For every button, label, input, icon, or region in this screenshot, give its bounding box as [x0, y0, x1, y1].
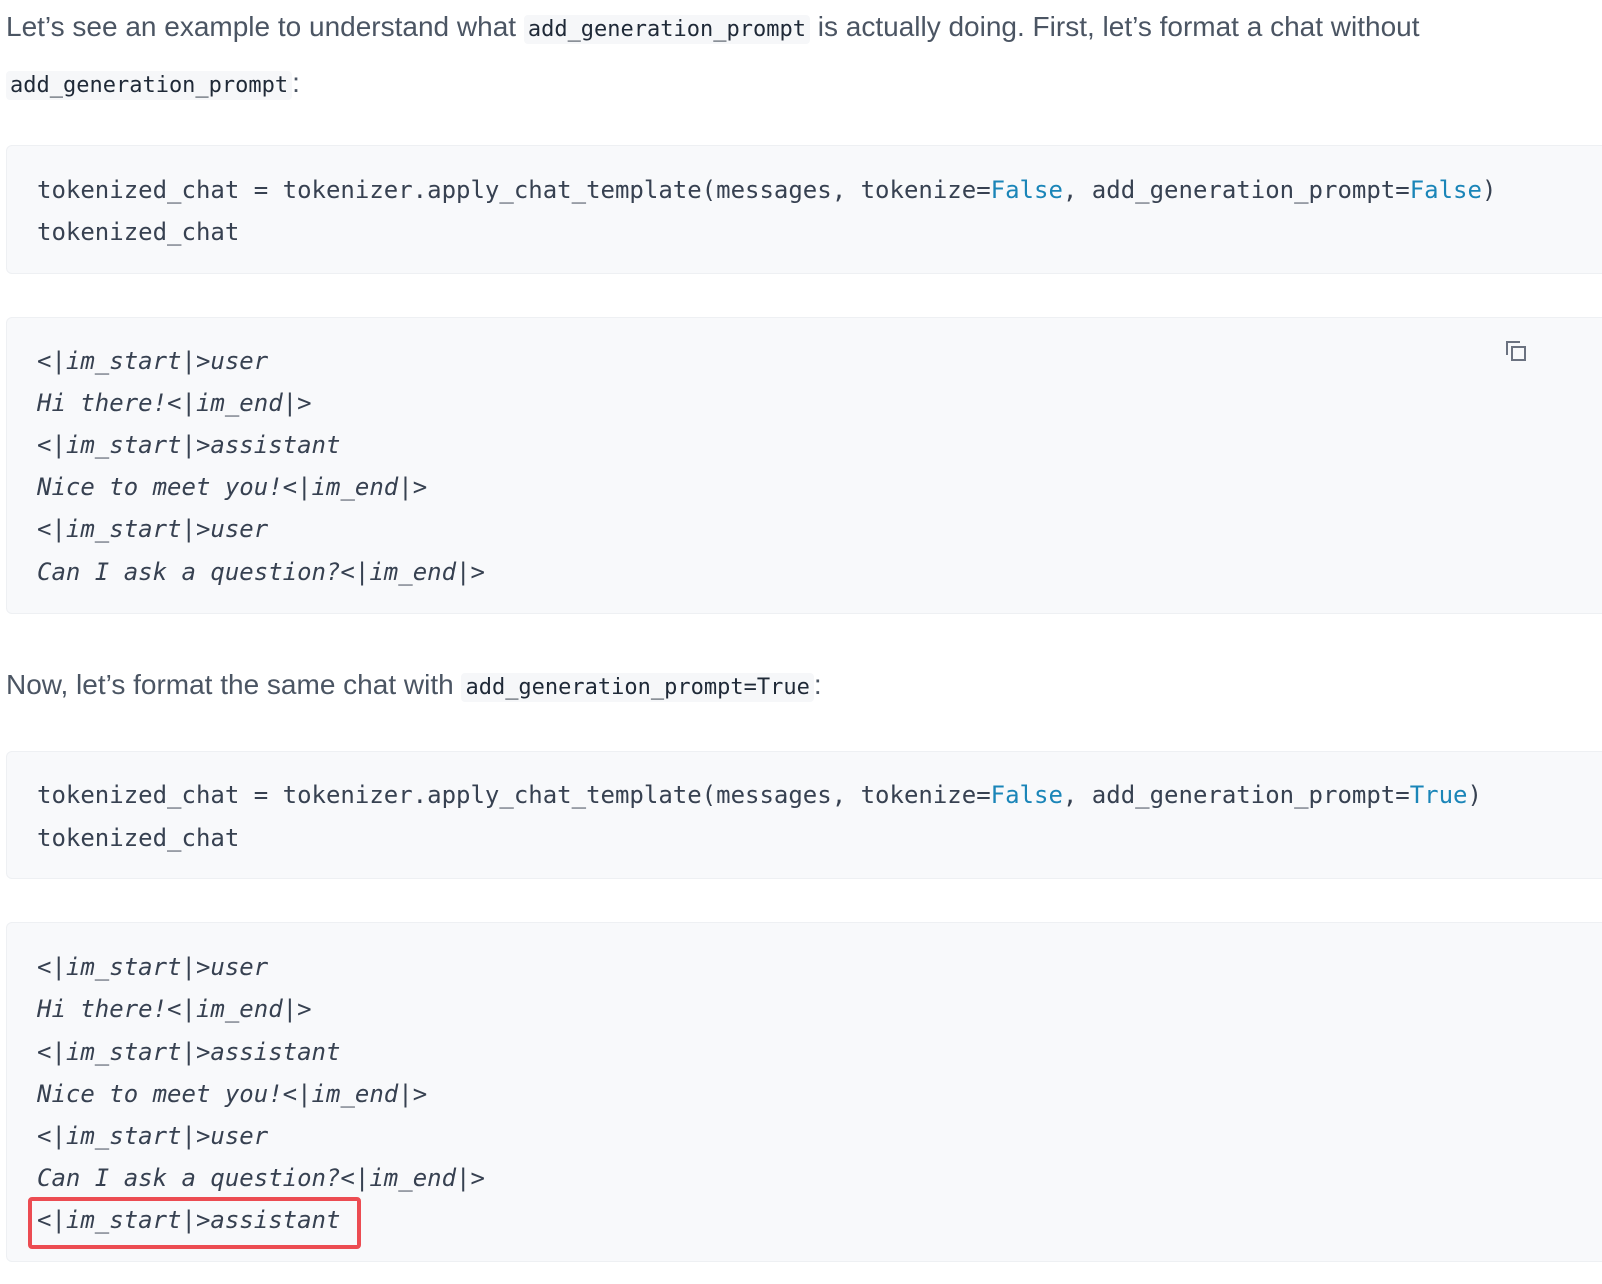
token-name: im_start	[65, 515, 182, 543]
token-text: <|	[37, 431, 66, 459]
keyword-true: True	[1409, 781, 1468, 809]
middle-paragraph: Now, let’s format the same chat with add…	[6, 658, 822, 714]
output-block-1: <|im_start|>user Hi there!<|im_end|> <|i…	[6, 317, 1602, 614]
token-text: <|	[37, 1122, 66, 1150]
token-text: <|	[37, 1038, 66, 1066]
code-text: tokenized_chat = tokenizer.apply_chat_te…	[37, 781, 991, 809]
intro-text-middle: is actually doing. First, let’s format a…	[809, 11, 1420, 42]
output-line: Can I ask a question?<|im_end|>	[37, 1157, 485, 1199]
intro-text-before: Let’s see an example to understand what	[6, 11, 524, 42]
middle-text-after: :	[813, 669, 822, 700]
token-text: <|	[37, 515, 66, 543]
token-text: Nice to meet you!<|	[37, 473, 312, 501]
token-text: <|	[37, 347, 66, 375]
token-text: Nice to meet you!<|	[37, 1080, 312, 1108]
keyword-false: False	[990, 781, 1063, 809]
code-text: )	[1467, 781, 1482, 809]
token-name: im_end	[311, 1080, 399, 1108]
code-text: , add_generation_prompt=	[1062, 176, 1410, 204]
output-line: Nice to meet you!<|im_end|>	[37, 1073, 427, 1115]
middle-text-before: Now, let’s format the same chat with	[6, 669, 462, 700]
token-text: |>user	[181, 347, 269, 375]
token-name: im_start	[65, 1038, 182, 1066]
token-text: |>	[398, 473, 428, 501]
inline-code-add-generation-prompt-true: add_generation_prompt=True	[461, 673, 814, 702]
keyword-false: False	[1409, 176, 1482, 204]
intro-paragraph: Let’s see an example to understand what …	[6, 0, 1420, 112]
token-text: <|	[37, 953, 66, 981]
token-name: im_start	[65, 1122, 182, 1150]
token-name: im_end	[195, 995, 283, 1023]
output-line: Hi there!<|im_end|>	[37, 988, 312, 1030]
token-text: |>user	[181, 1122, 269, 1150]
output-line: <|im_start|>assistant	[37, 424, 340, 466]
token-name: im_end	[369, 558, 457, 586]
code-line: tokenized_chat = tokenizer.apply_chat_te…	[37, 169, 1496, 211]
token-text: |>	[282, 995, 312, 1023]
token-text: |>	[456, 1164, 485, 1192]
output-line: Nice to meet you!<|im_end|>	[37, 466, 427, 508]
code-line: tokenized_chat = tokenizer.apply_chat_te…	[37, 774, 1482, 816]
token-name: im_start	[65, 431, 182, 459]
token-text: |>	[282, 389, 312, 417]
output-line: <|im_start|>user	[37, 946, 268, 988]
token-text: Hi there!<|	[37, 995, 196, 1023]
token-text: |>assistant	[181, 431, 341, 459]
output-line: Hi there!<|im_end|>	[37, 382, 312, 424]
code-block-1: tokenized_chat = tokenizer.apply_chat_te…	[6, 145, 1602, 274]
keyword-false: False	[990, 176, 1063, 204]
copy-icon[interactable]	[1503, 338, 1529, 364]
inline-code-add-generation-prompt-2: add_generation_prompt	[6, 71, 293, 100]
inline-code-add-generation-prompt: add_generation_prompt	[523, 15, 810, 44]
code-line: tokenized_chat	[37, 218, 240, 246]
code-line: tokenized_chat	[37, 824, 240, 852]
token-text: |>	[398, 1080, 428, 1108]
highlight-box	[28, 1197, 361, 1249]
token-text: |>	[456, 558, 485, 586]
token-text: |>assistant	[181, 1038, 341, 1066]
code-text: )	[1481, 176, 1497, 204]
output-line: Can I ask a question?<|im_end|>	[37, 551, 485, 593]
token-name: im_start	[65, 953, 182, 981]
token-name: im_end	[311, 473, 399, 501]
code-block-2: tokenized_chat = tokenizer.apply_chat_te…	[6, 751, 1602, 879]
token-text: Hi there!<|	[37, 389, 196, 417]
output-line: <|im_start|>user	[37, 340, 268, 382]
token-name: im_start	[65, 347, 182, 375]
output-line: <|im_start|>user	[37, 1115, 268, 1157]
output-line: <|im_start|>assistant	[37, 1031, 340, 1073]
code-text: , add_generation_prompt=	[1062, 781, 1410, 809]
intro-text-after: :	[292, 67, 300, 98]
token-text: |>user	[181, 515, 269, 543]
token-text: Can I ask a question?<|	[37, 558, 370, 586]
output-line: <|im_start|>user	[37, 508, 268, 550]
code-text: tokenized_chat = tokenizer.apply_chat_te…	[37, 176, 991, 204]
token-name: im_end	[369, 1164, 457, 1192]
token-name: im_end	[195, 389, 283, 417]
token-text: |>user	[181, 953, 269, 981]
token-text: Can I ask a question?<|	[37, 1164, 370, 1192]
